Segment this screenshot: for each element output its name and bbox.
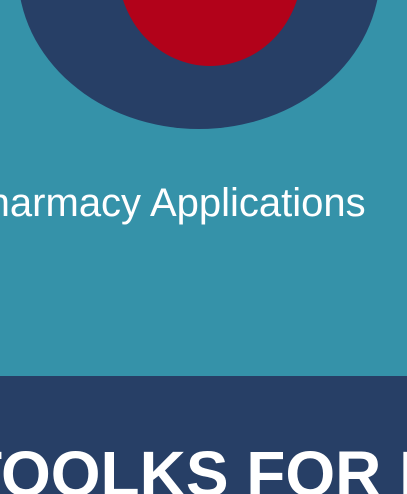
hero-section: Pharmacy Applications [0,0,407,376]
banner-section: TOOLKS FOR HEALTH [0,376,407,494]
banner-heading: TOOLKS FOR HEALTH [0,438,407,494]
hero-subtitle: Pharmacy Applications [0,181,366,225]
